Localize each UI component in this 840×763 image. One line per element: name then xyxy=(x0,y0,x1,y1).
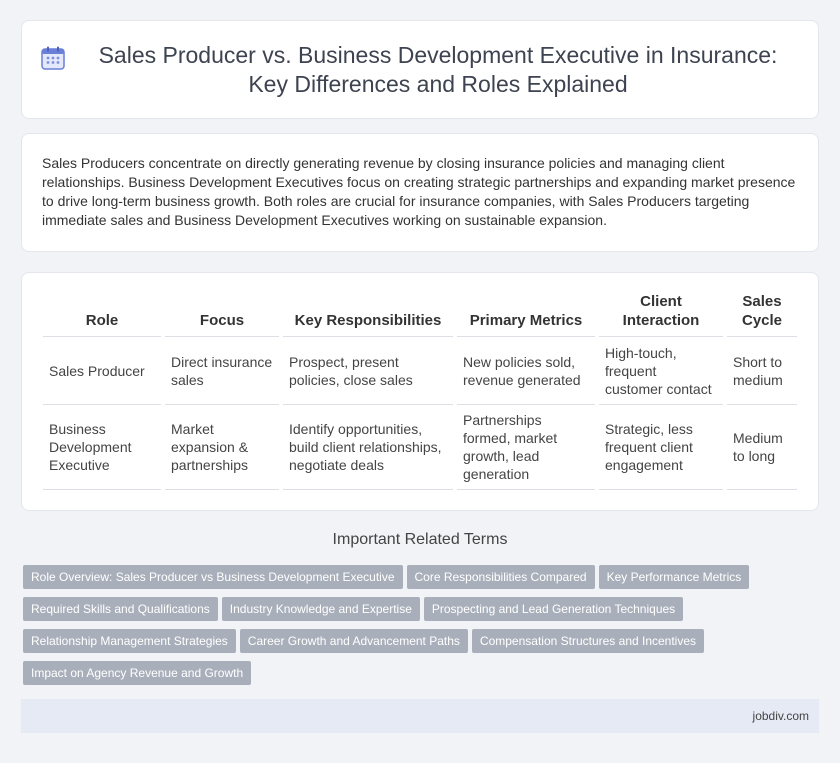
intro-card: Sales Producers concentrate on directly … xyxy=(21,133,819,252)
table-cell: New policies sold, revenue generated xyxy=(457,337,595,405)
column-header-primary-metrics: Primary Metrics xyxy=(457,291,595,337)
intro-text: Sales Producers concentrate on directly … xyxy=(42,155,796,228)
table-cell: Partnerships formed, market growth, lead… xyxy=(457,405,595,490)
table-cell: Business Development Executive xyxy=(43,405,161,490)
tag-link[interactable]: Core Responsibilities Compared xyxy=(406,565,595,589)
table-cell: Strategic, less frequent client engageme… xyxy=(599,405,723,490)
table-cell: High-touch, frequent customer contact xyxy=(599,337,723,405)
related-terms-title: Important Related Terms xyxy=(332,531,508,548)
footer: jobdiv.com xyxy=(21,699,819,733)
comparison-table: Role Focus Key Responsibilities Primary … xyxy=(39,291,801,490)
column-header-key-responsibilities: Key Responsibilities xyxy=(283,291,453,337)
page-title: Sales Producer vs. Business Development … xyxy=(98,41,778,97)
column-header-role: Role xyxy=(43,291,161,337)
related-terms-tags: Role Overview: Sales Producer vs Busines… xyxy=(23,565,823,693)
tag-link[interactable]: Industry Knowledge and Expertise xyxy=(221,597,420,621)
tag-link[interactable]: Required Skills and Qualifications xyxy=(23,597,218,621)
table-row: Business Development Executive Market ex… xyxy=(43,405,797,490)
table-cell: Direct insurance sales xyxy=(165,337,279,405)
table-row: Sales Producer Direct insurance sales Pr… xyxy=(43,337,797,405)
table-cell: Market expansion & partnerships xyxy=(165,405,279,490)
tag-link[interactable]: Key Performance Metrics xyxy=(598,565,750,589)
table-cell: Short to medium xyxy=(727,337,797,405)
tag-link[interactable]: Relationship Management Strategies xyxy=(23,629,236,653)
tag-link[interactable]: Impact on Agency Revenue and Growth xyxy=(23,661,252,685)
comparison-table-card: Role Focus Key Responsibilities Primary … xyxy=(21,272,819,511)
table-header-row: Role Focus Key Responsibilities Primary … xyxy=(43,291,797,337)
tag-link[interactable]: Role Overview: Sales Producer vs Busines… xyxy=(23,565,403,589)
tag-link[interactable]: Career Growth and Advancement Paths xyxy=(239,629,468,653)
tag-link[interactable]: Prospecting and Lead Generation Techniqu… xyxy=(423,597,684,621)
footer-site-link[interactable]: jobdiv.com xyxy=(753,709,809,723)
calendar-icon xyxy=(40,45,66,71)
table-cell: Medium to long xyxy=(727,405,797,490)
column-header-focus: Focus xyxy=(165,291,279,337)
column-header-client-interaction: Client Interaction xyxy=(599,291,723,337)
tag-link[interactable]: Compensation Structures and Incentives xyxy=(471,629,705,653)
table-cell: Sales Producer xyxy=(43,337,161,405)
table-cell: Identify opportunities, build client rel… xyxy=(283,405,453,490)
table-cell: Prospect, present policies, close sales xyxy=(283,337,453,405)
column-header-sales-cycle: Sales Cycle xyxy=(727,291,797,337)
header-card: Sales Producer vs. Business Development … xyxy=(21,20,819,119)
